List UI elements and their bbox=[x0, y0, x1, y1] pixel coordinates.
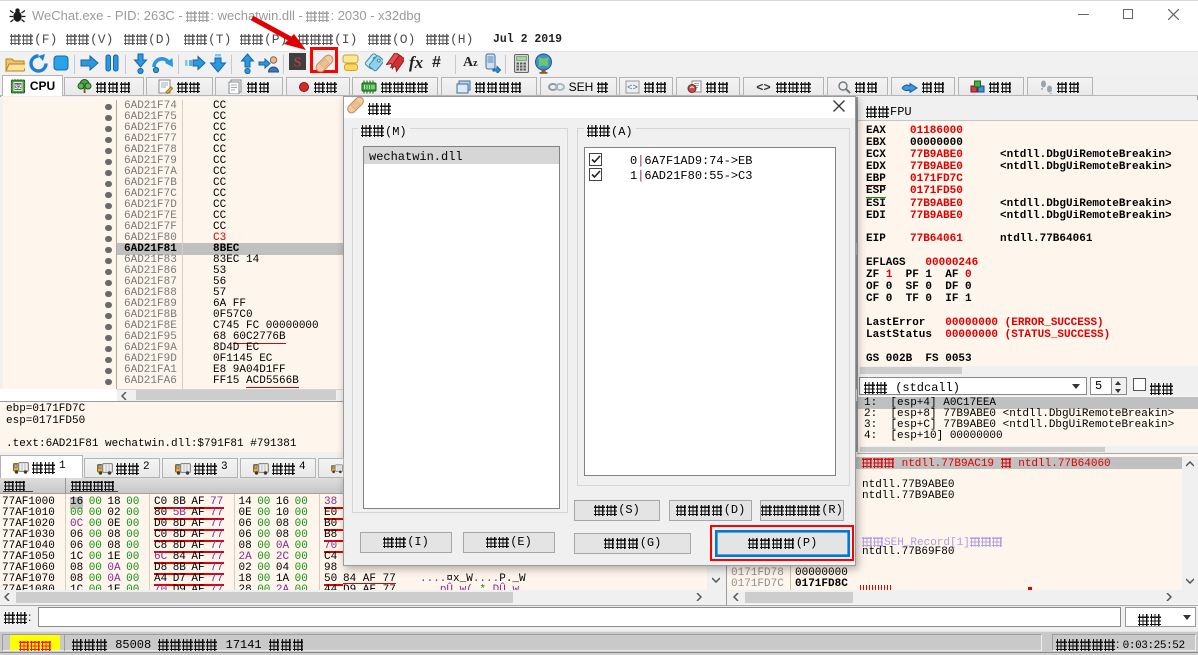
svg-text:32: 32 bbox=[14, 84, 22, 91]
svg-text:S: S bbox=[294, 56, 302, 71]
svg-text:<>: <> bbox=[756, 81, 770, 93]
svg-text:<>: <> bbox=[627, 83, 638, 93]
